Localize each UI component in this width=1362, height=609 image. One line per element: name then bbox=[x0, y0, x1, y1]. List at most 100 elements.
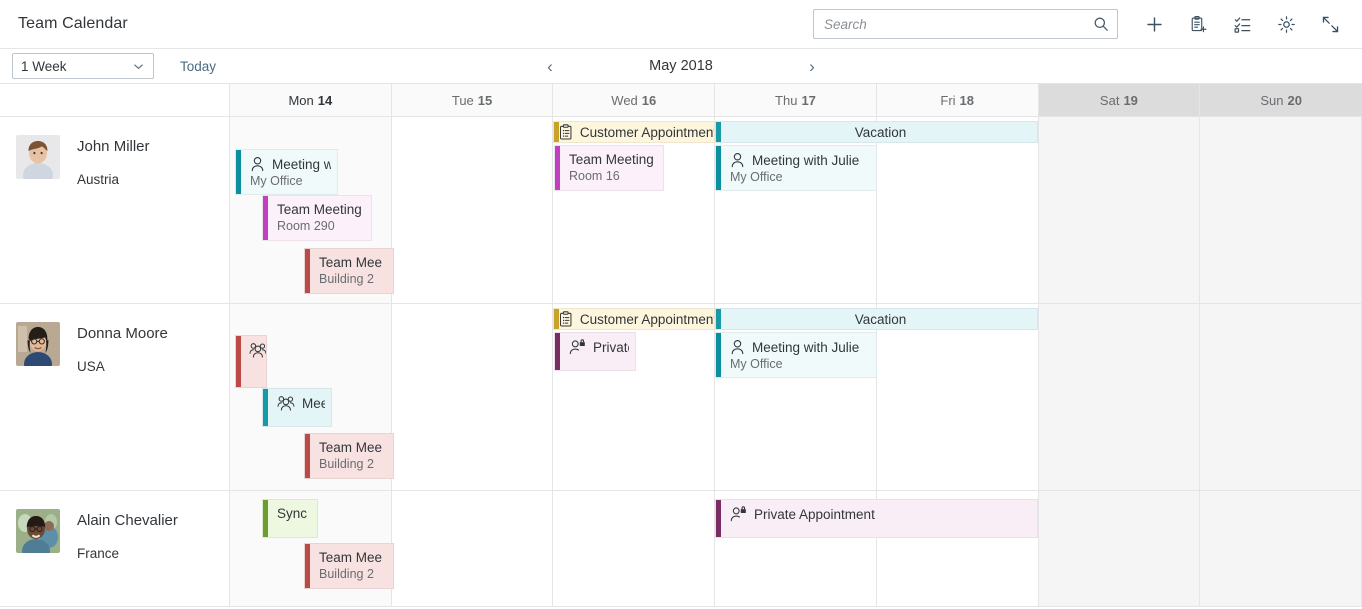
calendar-row: John Miller Austria Meeting wi My Office T… bbox=[0, 117, 1362, 304]
person-cell[interactable]: Donna Moore USA bbox=[0, 304, 230, 490]
avatar bbox=[16, 135, 60, 179]
appointment[interactable]: Private Appointment bbox=[715, 499, 1038, 538]
person-location: USA bbox=[77, 359, 105, 374]
today-button[interactable]: Today bbox=[180, 59, 216, 74]
day-cell-fri[interactable] bbox=[876, 304, 1039, 490]
appointment[interactable]: Team Mee Building 2 bbox=[304, 543, 394, 589]
create-appointment-button[interactable] bbox=[1176, 2, 1220, 46]
day-cell-tue[interactable] bbox=[391, 117, 554, 303]
appointment-location: Room 16 bbox=[569, 169, 620, 183]
day-header-wed-16[interactable]: Wed 16 bbox=[553, 84, 716, 116]
appointment-location: My Office bbox=[250, 174, 303, 188]
appointment-location: My Office bbox=[730, 357, 783, 371]
clipboard-icon bbox=[559, 124, 573, 140]
person-location: France bbox=[77, 546, 120, 561]
chevron-down-icon bbox=[132, 60, 145, 73]
day-cell-sun[interactable] bbox=[1200, 304, 1362, 490]
day-header-tue-15[interactable]: Tue 15 bbox=[391, 84, 554, 116]
person-cell[interactable]: John Miller Austria bbox=[0, 117, 230, 303]
appointment[interactable]: Meet bbox=[262, 388, 332, 427]
appointment[interactable]: Meeting with Julie My Office bbox=[715, 332, 877, 378]
avatar bbox=[16, 322, 60, 366]
appointment-body: Customer Appointment bbox=[559, 122, 714, 142]
appointment-body: Team Mee Building 2 bbox=[310, 434, 393, 475]
appointment-body: Customer Appointment bbox=[559, 309, 714, 329]
person-name: Donna Moore bbox=[77, 325, 168, 342]
person-info: Donna Moore USA bbox=[60, 322, 168, 374]
day-cell-sat[interactable] bbox=[1038, 117, 1201, 303]
day-cell-fri[interactable] bbox=[876, 117, 1039, 303]
day-cell-sun[interactable] bbox=[1200, 117, 1362, 303]
appointment-title: Team Mee bbox=[319, 550, 383, 565]
calendar-toolbar: 1 Week Today ‹ May 2018 › bbox=[0, 49, 1362, 84]
day-header-number: 16 bbox=[641, 92, 657, 108]
day-cell-sat[interactable] bbox=[1038, 491, 1201, 606]
person-cell[interactable]: Alain Chevalier France bbox=[0, 491, 230, 606]
search-icon[interactable] bbox=[1093, 16, 1109, 32]
appointment-title: Meet bbox=[302, 395, 325, 411]
appointment[interactable]: Customer Appointment bbox=[553, 121, 715, 143]
person-location: Austria bbox=[77, 172, 120, 187]
day-header-sat-19[interactable]: Sat 19 bbox=[1038, 84, 1201, 116]
appointment-title-line: Customer Appointment bbox=[559, 311, 715, 327]
appointment-body: Team Mee Building 2 bbox=[310, 249, 393, 290]
appointment-location: Building 2 bbox=[319, 457, 374, 471]
appointment[interactable]: Team Meeting Room 290 bbox=[262, 195, 372, 241]
day-header-number: 14 bbox=[317, 92, 333, 108]
appointment-title: Vacation bbox=[854, 311, 907, 327]
appointment-location: Building 2 bbox=[319, 567, 374, 581]
appointment[interactable]: Vacation bbox=[715, 121, 1038, 143]
day-cell-sat[interactable] bbox=[1038, 304, 1201, 490]
day-header-number: 17 bbox=[801, 92, 816, 108]
person-info: Alain Chevalier France bbox=[60, 509, 178, 561]
view-select[interactable]: 1 Week bbox=[12, 53, 154, 79]
day-header-mon-14[interactable]: Mon 14 bbox=[230, 84, 392, 116]
checklist-button[interactable] bbox=[1220, 2, 1264, 46]
appointment[interactable]: Meeting wi My Office bbox=[235, 149, 338, 195]
appointment-title-line: Sync bbox=[277, 506, 311, 521]
day-header-number: 18 bbox=[959, 92, 975, 108]
group-icon bbox=[249, 342, 266, 358]
prev-period-button[interactable]: ‹ bbox=[540, 58, 560, 75]
day-cell-tue[interactable] bbox=[391, 491, 554, 606]
appointment-body: Sync bbox=[268, 500, 317, 525]
search-input[interactable] bbox=[824, 16, 1093, 32]
appointment-title-line: Meeting with Julie bbox=[730, 152, 870, 168]
appointment[interactable]: Vacation bbox=[715, 308, 1038, 330]
gear-icon[interactable] bbox=[1264, 2, 1308, 46]
day-header-name: Sun bbox=[1260, 92, 1284, 108]
day-cell-tue[interactable] bbox=[391, 304, 554, 490]
appointment[interactable]: Meeting with Julie My Office bbox=[715, 145, 877, 191]
appointment[interactable]: Team Meeting Room 16 bbox=[554, 145, 664, 191]
appointment[interactable]: Team Mee Building 2 bbox=[304, 248, 394, 294]
appointment-title: Customer Appointment bbox=[579, 311, 715, 327]
appointment[interactable]: Private bbox=[554, 332, 636, 371]
day-header-row: Mon 14 Tue 15 Wed 16 Thu 17 Fri 18 Sat 19 Sun 20 bbox=[0, 84, 1362, 117]
appointment-title: Customer Appointment bbox=[579, 124, 715, 140]
group-icon bbox=[277, 395, 295, 411]
appointment[interactable]: Sync bbox=[262, 499, 318, 538]
day-header-thu-17[interactable]: Thu 17 bbox=[715, 84, 877, 116]
next-period-button[interactable]: › bbox=[802, 58, 822, 75]
appointment-title: Meeting wi bbox=[272, 156, 331, 172]
person-icon bbox=[250, 156, 265, 172]
appointment[interactable]: Customer Appointment bbox=[553, 308, 715, 330]
day-header-name: Mon bbox=[288, 92, 314, 108]
appointment-title: Meeting with Julie bbox=[752, 152, 860, 168]
add-appointment-button[interactable] bbox=[1132, 2, 1176, 46]
day-header-fri-18[interactable]: Fri 18 bbox=[876, 84, 1039, 116]
appointment[interactable]: Team Mee Building 2 bbox=[304, 433, 394, 479]
appointment-title: Team Meeting bbox=[569, 152, 654, 167]
appointment-title: Team Mee bbox=[319, 440, 383, 455]
search-field[interactable] bbox=[813, 9, 1118, 39]
appointment-body: Meeting with Julie My Office bbox=[721, 146, 876, 188]
appointment[interactable] bbox=[235, 335, 267, 388]
day-header-sun-20[interactable]: Sun 20 bbox=[1200, 84, 1362, 116]
fullscreen-button[interactable] bbox=[1308, 2, 1352, 46]
day-cell-wed[interactable] bbox=[553, 491, 716, 606]
appointment-location: My Office bbox=[730, 170, 783, 184]
appointment-title: Team Meeting bbox=[277, 202, 362, 217]
appointment-body bbox=[241, 336, 266, 362]
day-cell-sun[interactable] bbox=[1200, 491, 1362, 606]
person-lock-icon bbox=[730, 506, 747, 522]
